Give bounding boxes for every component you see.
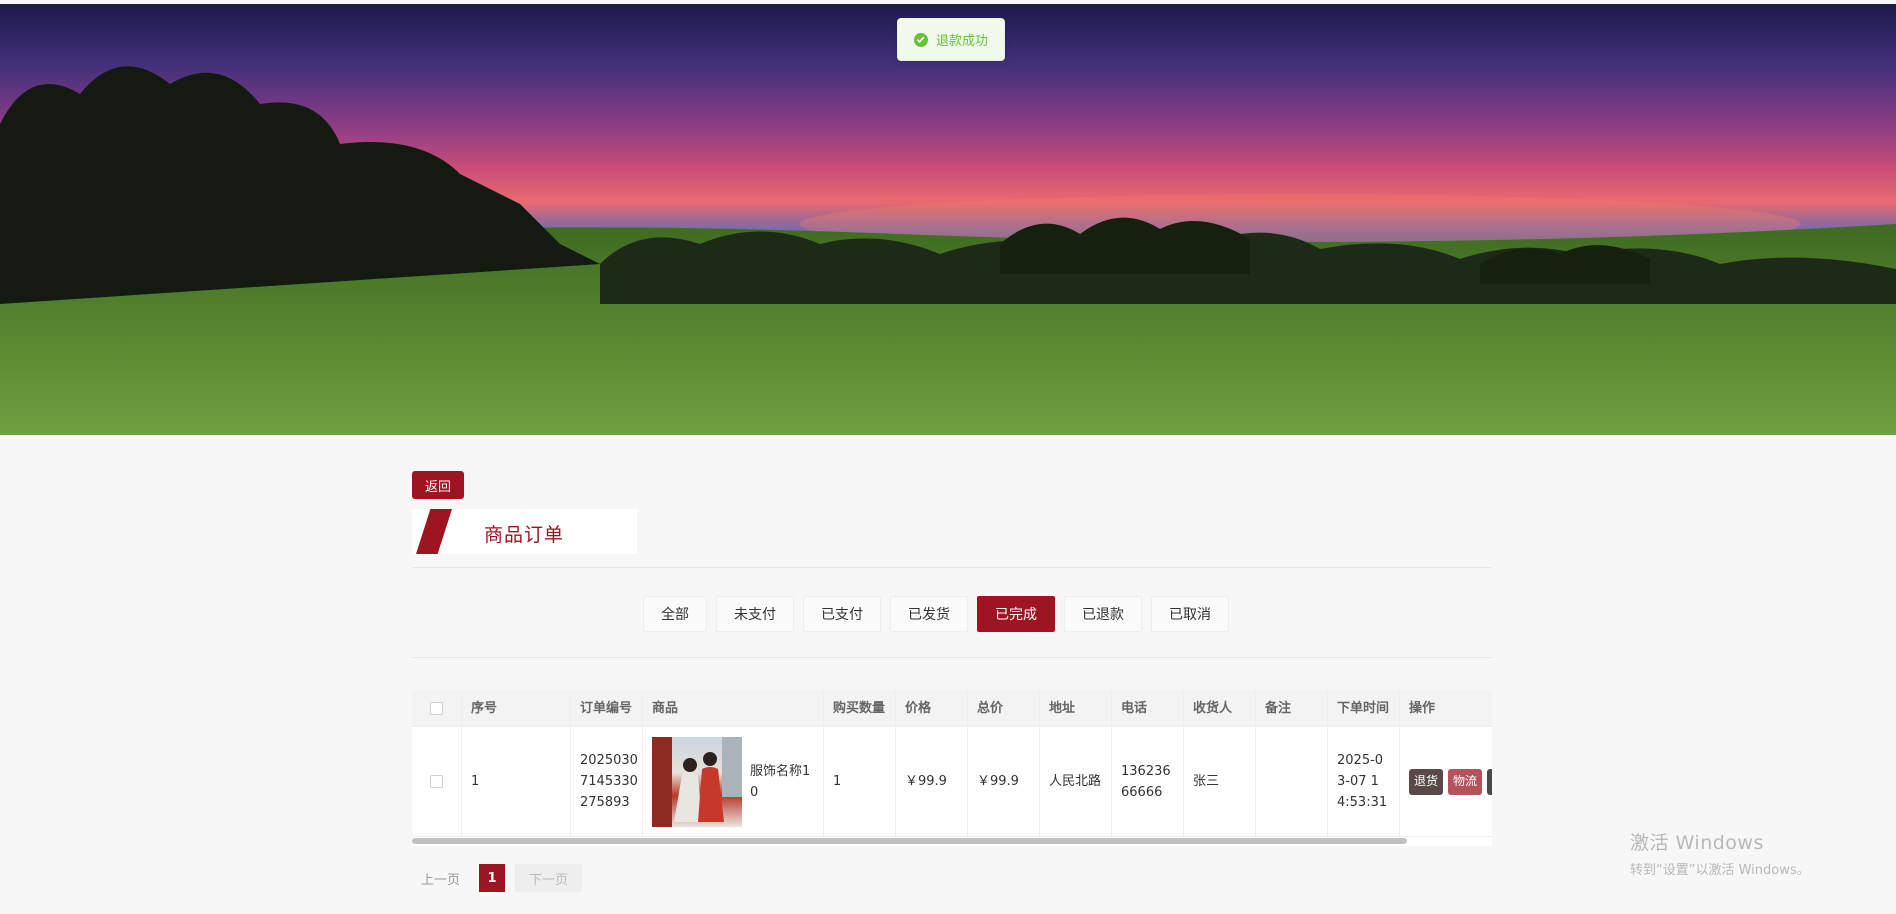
order-status-tabs: 全部 未支付 已支付 已发货 已完成 已退款 已取消	[643, 596, 1229, 632]
success-toast: 退款成功	[897, 18, 1005, 61]
product-name: 服饰名称10	[750, 763, 811, 800]
next-page-button[interactable]: 下一页	[515, 864, 583, 892]
tab-cancelled[interactable]: 已取消	[1151, 596, 1229, 632]
landscape-illustration	[0, 66, 1896, 435]
toast-message: 退款成功	[935, 34, 988, 49]
hero-banner-image	[0, 4, 1896, 435]
success-check-icon	[913, 32, 928, 47]
cell-address: 人民北路	[1040, 727, 1112, 836]
select-all-checkbox[interactable]	[430, 701, 443, 715]
divider	[412, 657, 1492, 658]
page-title: 商品订单	[484, 524, 565, 546]
cell-actions: 退货 物流	[1400, 727, 1492, 836]
column-header: 商品	[643, 690, 824, 726]
column-header: 备注	[1256, 690, 1328, 726]
divider	[412, 567, 1492, 568]
column-header: 地址	[1040, 690, 1112, 726]
column-header: 订单编号	[571, 690, 643, 726]
select-all-cell	[412, 690, 462, 726]
title-accent-shape	[416, 509, 452, 554]
pagination: 上一页 1 下一页	[412, 864, 583, 892]
cell-total: ￥99.9	[968, 727, 1040, 836]
product-photo-illustration	[652, 736, 742, 827]
row-checkbox[interactable]	[430, 775, 443, 788]
tab-paid[interactable]: 已支付	[803, 596, 881, 632]
cell-order-no: 2025030 7145330 275893	[571, 727, 643, 836]
product-thumbnail[interactable]	[652, 736, 742, 827]
cell-phone: 13623666666	[1112, 727, 1184, 836]
column-header: 操作	[1400, 690, 1492, 726]
column-header: 序号	[462, 690, 571, 726]
table-header-row: 序号 订单编号 商品 购买数量 价格 总价 地址 电话 收货人 备注 下单时间 …	[412, 690, 1492, 727]
tab-unpaid[interactable]: 未支付	[716, 596, 794, 632]
orders-table: 序号 订单编号 商品 购买数量 价格 总价 地址 电话 收货人 备注 下单时间 …	[412, 690, 1492, 846]
cell-receiver: 张三	[1184, 727, 1256, 836]
cell-remark	[1256, 727, 1328, 836]
tab-all[interactable]: 全部	[643, 596, 707, 632]
row-select-cell	[412, 727, 462, 836]
column-header: 总价	[968, 690, 1040, 726]
more-action-button[interactable]	[1487, 768, 1492, 795]
tab-refunded[interactable]: 已退款	[1064, 596, 1142, 632]
prev-page-button[interactable]: 上一页	[412, 864, 469, 892]
column-header: 下单时间	[1328, 690, 1400, 726]
cell-product: 服饰名称10	[643, 727, 824, 836]
column-header: 购买数量	[824, 690, 896, 726]
watermark-title: 激活 Windows	[1630, 832, 1764, 854]
cell-price: ￥99.9	[896, 727, 968, 836]
page-title-block: 商品订单	[412, 509, 637, 554]
current-page[interactable]: 1	[479, 864, 506, 892]
return-button[interactable]: 退货	[1409, 768, 1444, 795]
windows-activation-watermark: 激活 Windows 转到“设置”以激活 Windows。	[1630, 828, 1810, 878]
table-horizontal-scrollbar[interactable]	[412, 838, 1407, 844]
cell-quantity: 1	[824, 727, 896, 836]
tab-shipped[interactable]: 已发货	[890, 596, 968, 632]
cell-order-time: 2025-03-07 14:53:31	[1328, 727, 1400, 836]
table-row: 1 2025030 7145330 275893 服饰名称10 1 ￥99.9 …	[412, 727, 1492, 837]
column-header: 电话	[1112, 690, 1184, 726]
back-button[interactable]: 返回	[412, 471, 464, 499]
cell-index: 1	[462, 727, 571, 836]
column-header: 收货人	[1184, 690, 1256, 726]
logistics-button[interactable]: 物流	[1448, 768, 1483, 795]
tab-completed[interactable]: 已完成	[977, 596, 1055, 632]
watermark-subtitle: 转到“设置”以激活 Windows。	[1630, 863, 1810, 878]
column-header: 价格	[896, 690, 968, 726]
